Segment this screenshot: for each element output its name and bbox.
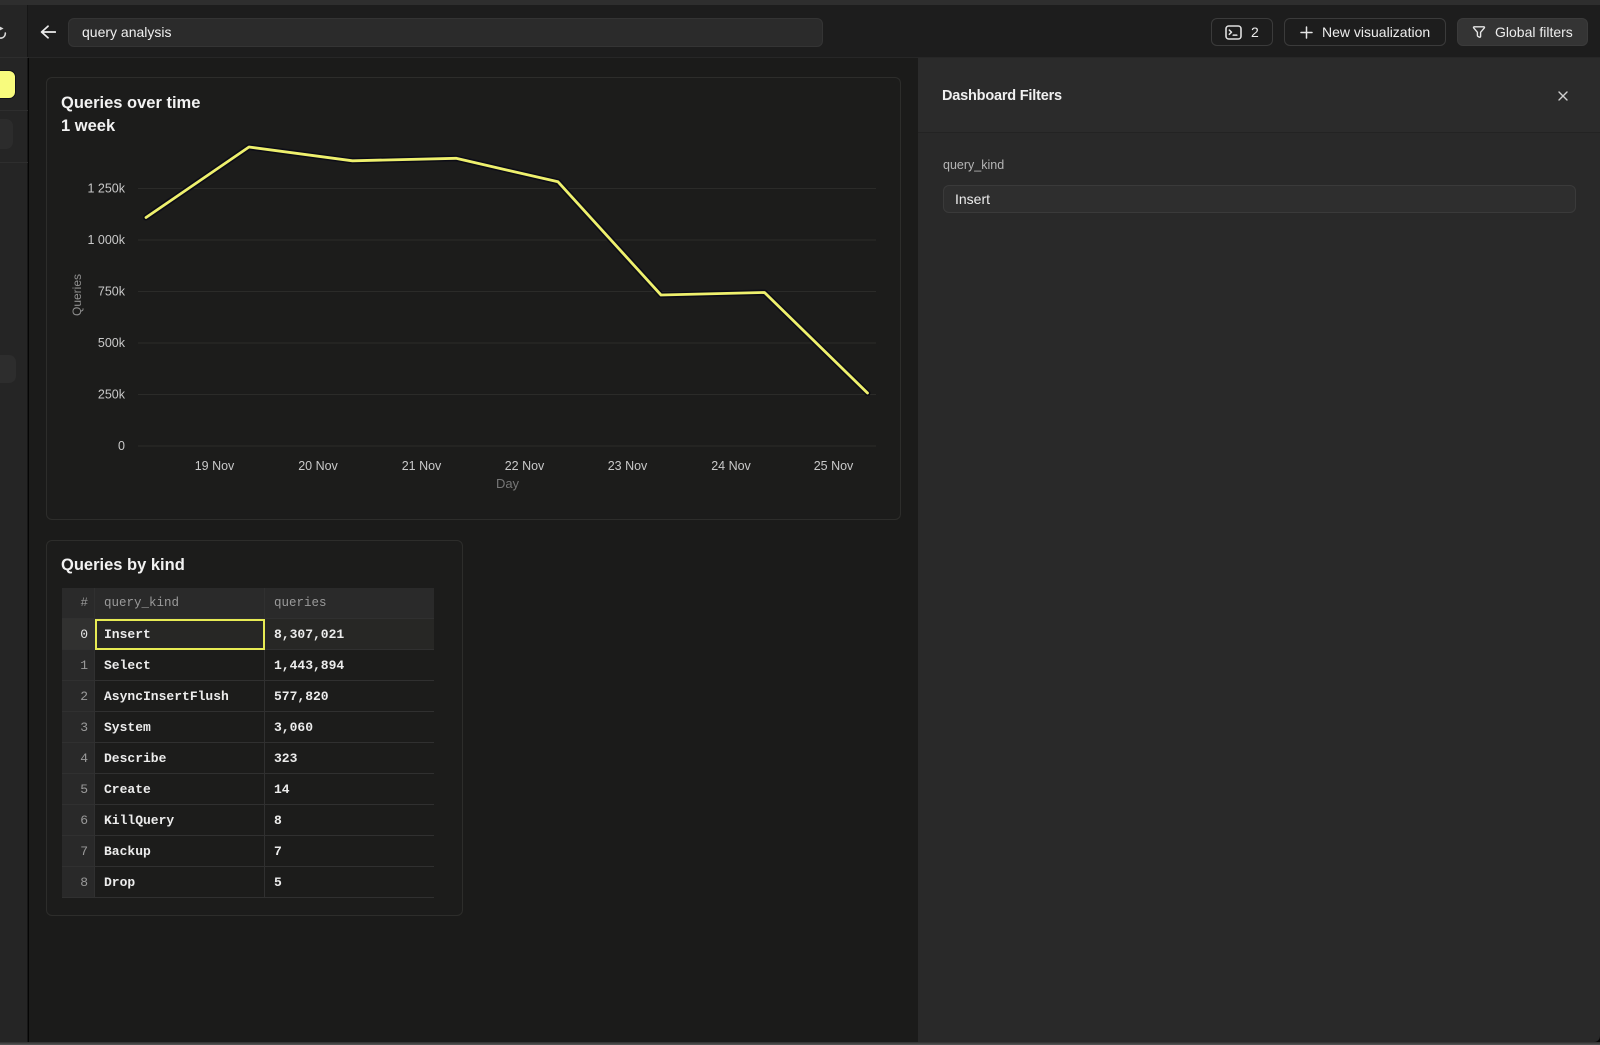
svg-text:1 000k: 1 000k xyxy=(87,233,125,247)
svg-text:Day: Day xyxy=(496,476,520,491)
svg-text:0: 0 xyxy=(118,439,125,453)
svg-text:500k: 500k xyxy=(98,336,126,350)
svg-text:19 Nov: 19 Nov xyxy=(195,459,235,473)
svg-text:20 Nov: 20 Nov xyxy=(298,459,338,473)
svg-text:22 Nov: 22 Nov xyxy=(505,459,545,473)
svg-text:1 250k: 1 250k xyxy=(87,182,125,196)
svg-text:750k: 750k xyxy=(98,285,126,299)
svg-text:24 Nov: 24 Nov xyxy=(711,459,751,473)
svg-text:21 Nov: 21 Nov xyxy=(402,459,442,473)
svg-text:23 Nov: 23 Nov xyxy=(608,459,648,473)
svg-text:25 Nov: 25 Nov xyxy=(814,459,854,473)
svg-text:Queries: Queries xyxy=(70,274,84,316)
svg-text:250k: 250k xyxy=(98,388,126,402)
